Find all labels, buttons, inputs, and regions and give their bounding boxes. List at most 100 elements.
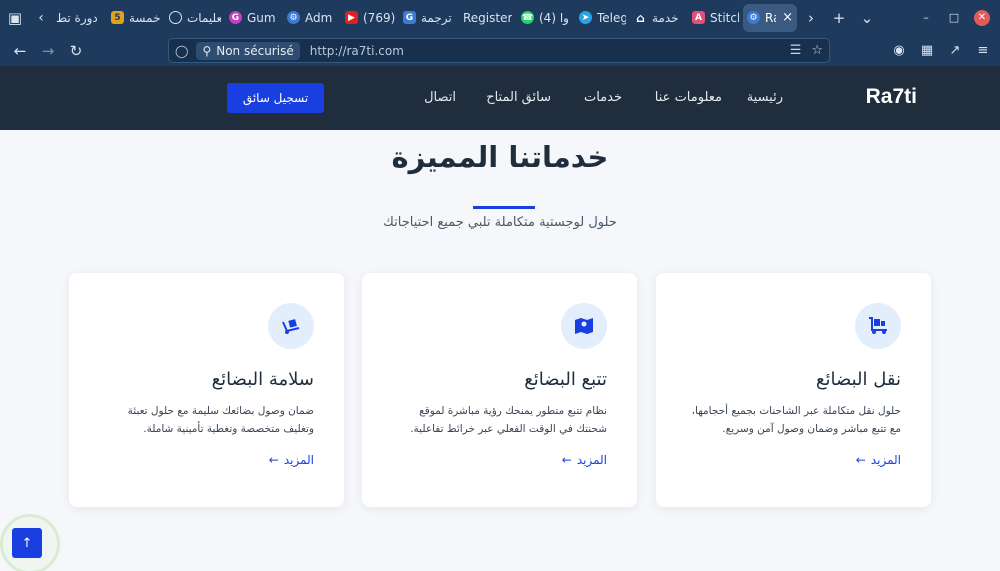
card-description-line: شحنتك في الوقت الفعلي عبر خرائط تفاعلية. <box>410 423 607 435</box>
card-more-link[interactable]: المزيد ← <box>562 453 607 467</box>
tab-list-chevron-icon[interactable]: ⌄ <box>853 9 881 27</box>
site-logo[interactable]: Ra7ti <box>866 85 917 109</box>
tab-label: خدمة <box>652 10 679 25</box>
title-divider <box>473 206 535 209</box>
security-indicator[interactable]: ⚲ Non sécurisé <box>196 41 300 60</box>
tab-label: Stitch <box>710 10 739 25</box>
nav-link-contact[interactable]: اتصال <box>424 90 456 105</box>
tab-scroll-right-icon[interactable]: › <box>797 9 825 27</box>
translate-page-icon[interactable]: ☰ <box>790 43 802 58</box>
card-more-link[interactable]: المزيد ← <box>856 453 901 467</box>
tab-item[interactable]: G Gum <box>225 4 283 32</box>
tab-item[interactable]: ⚙ Adm <box>283 4 341 32</box>
url-text[interactable]: http://ra7ti.com <box>310 44 404 58</box>
tab-item[interactable]: ⌂ خدمة <box>630 4 688 32</box>
bookmark-star-icon[interactable]: ☆ <box>811 43 823 58</box>
back-to-top-button[interactable]: ↑ <box>12 528 42 558</box>
card-more-link[interactable]: المزيد ← <box>269 453 314 467</box>
card-description: نظام تتبع متطور يمنحك رؤية مباشرة لموقع … <box>384 402 607 438</box>
tab-overview-icon[interactable]: ▣ <box>0 0 30 35</box>
tab-label: تعليمات <box>187 10 221 25</box>
card-description-line: وتغليف متخصصة وتغطية تأمينية شاملة. <box>143 423 314 435</box>
whatsapp-icon: ☎ <box>521 11 534 24</box>
minimize-icon[interactable]: – <box>914 8 938 28</box>
menu-icon[interactable]: ≡ <box>974 39 992 61</box>
close-window-icon[interactable]: ✕ <box>974 9 990 26</box>
browser-tab-strip: ▣ ‹ دورة تط 5 خمسة تعليمات G Gum ⚙ Adm ▶… <box>0 0 1000 35</box>
back-icon[interactable]: ← <box>6 38 34 64</box>
shield-icon[interactable]: ◯ <box>175 44 188 58</box>
service-card-transport: نقل البضائع حلول نقل متكاملة عبر الشاحنا… <box>656 273 931 507</box>
tab-label: (769) <box>363 10 395 25</box>
truck-loading-icon <box>855 303 901 349</box>
tab-label: Teleg <box>597 10 626 25</box>
tab-scroll-left-icon[interactable]: ‹ <box>30 0 52 35</box>
k-icon: 5 <box>111 11 124 24</box>
tab-item[interactable]: ▶ (769) <box>341 4 399 32</box>
card-description-line: نظام تتبع متطور يمنحك رؤية مباشرة لموقع <box>419 405 607 417</box>
card-description-line: ضمان وصول بضائعك سليمة مع حلول تعبئة <box>127 405 314 417</box>
browser-nav-bar: ← → ↻ ◯ ⚲ Non sécurisé http://ra7ti.com … <box>0 35 1000 66</box>
tab-label: خمسة <box>129 10 161 25</box>
tab-item[interactable]: 5 خمسة <box>107 4 165 32</box>
page-title: خدماتنا المميزة <box>391 140 609 174</box>
tab-item[interactable]: Register <box>459 4 517 32</box>
nav-link-home[interactable]: رئيسية <box>747 90 783 105</box>
tab-active[interactable]: ⚙ Ra × <box>743 3 797 32</box>
telegram-icon: ➤ <box>579 11 592 24</box>
map-icon <box>561 303 607 349</box>
share-icon[interactable]: ↗ <box>946 39 964 61</box>
service-card-safety: سلامة البضائع ضمان وصول بضائعك سليمة مع … <box>69 273 344 507</box>
card-more-label: المزيد <box>576 453 607 467</box>
tab-item[interactable]: تعليمات <box>165 4 225 32</box>
card-title: سلامة البضائع <box>211 369 314 390</box>
new-tab-icon[interactable]: + <box>825 9 853 27</box>
translate-icon: G <box>403 11 416 24</box>
tab-label: Ra <box>765 10 776 25</box>
card-description: حلول نقل متكاملة عبر الشاحنات بجميع أحجا… <box>678 402 901 438</box>
card-more-label: المزيد <box>870 453 901 467</box>
gear-icon: ⚙ <box>747 11 760 24</box>
openai-icon <box>169 11 182 24</box>
tab-label: (4) وا <box>539 10 569 25</box>
tab-item[interactable]: ➤ Teleg <box>575 4 630 32</box>
tab-label: ترجمة <box>421 10 452 25</box>
tab-item[interactable]: دورة تط <box>52 4 107 32</box>
page-subtitle: حلول لوجستية متكاملة تلبي جميع احتياجاتك <box>383 215 617 230</box>
url-bar[interactable]: ◯ ⚲ Non sécurisé http://ra7ti.com ☰ ☆ <box>168 38 830 63</box>
arrow-left-icon: ← <box>855 453 866 467</box>
arrow-up-icon: ↑ <box>21 535 33 551</box>
security-label: Non sécurisé <box>216 43 294 58</box>
nav-link-available-driver[interactable]: سائق المتاح <box>486 90 551 105</box>
tab-item[interactable]: G ترجمة <box>399 4 459 32</box>
tab-label: دورة تط <box>56 10 98 25</box>
nav-link-services[interactable]: خدمات <box>584 90 622 105</box>
card-description: ضمان وصول بضائعك سليمة مع حلول تعبئة وتغ… <box>91 402 314 438</box>
card-more-label: المزيد <box>283 453 314 467</box>
card-description-line: مع تتبع مباشر وضمان وصول آمن وسريع. <box>722 423 901 435</box>
card-title: نقل البضائع <box>815 369 901 390</box>
extensions-icon[interactable]: ▦ <box>918 39 936 61</box>
card-description-line: حلول نقل متكاملة عبر الشاحنات بجميع أحجا… <box>691 405 901 417</box>
gear-icon: ⚙ <box>287 11 300 24</box>
tab-item[interactable]: ☎ (4) وا <box>517 4 575 32</box>
close-tab-icon[interactable]: × <box>782 10 793 25</box>
restore-icon[interactable]: □ <box>942 8 966 28</box>
dolly-icon <box>268 303 314 349</box>
stitch-icon: A <box>692 11 705 24</box>
tab-item[interactable]: A Stitch <box>688 4 743 32</box>
arrow-left-icon: ← <box>268 453 279 467</box>
forward-icon[interactable]: → <box>34 38 62 64</box>
insecure-lock-icon: ⚲ <box>202 43 212 58</box>
register-driver-button[interactable]: تسجيل سائق <box>227 83 324 113</box>
home-icon: ⌂ <box>636 10 645 25</box>
arrow-left-icon: ← <box>561 453 572 467</box>
tab-label: Adm <box>305 10 333 25</box>
reload-icon[interactable]: ↻ <box>62 38 90 64</box>
youtube-icon: ▶ <box>345 11 358 24</box>
tab-label: Gum <box>247 10 276 25</box>
nav-link-about[interactable]: معلومات عنا <box>655 90 722 105</box>
service-card-tracking: تتبع البضائع نظام تتبع متطور يمنحك رؤية … <box>362 273 637 507</box>
account-icon[interactable]: ◉ <box>890 39 908 61</box>
tab-label: Register <box>463 10 513 25</box>
